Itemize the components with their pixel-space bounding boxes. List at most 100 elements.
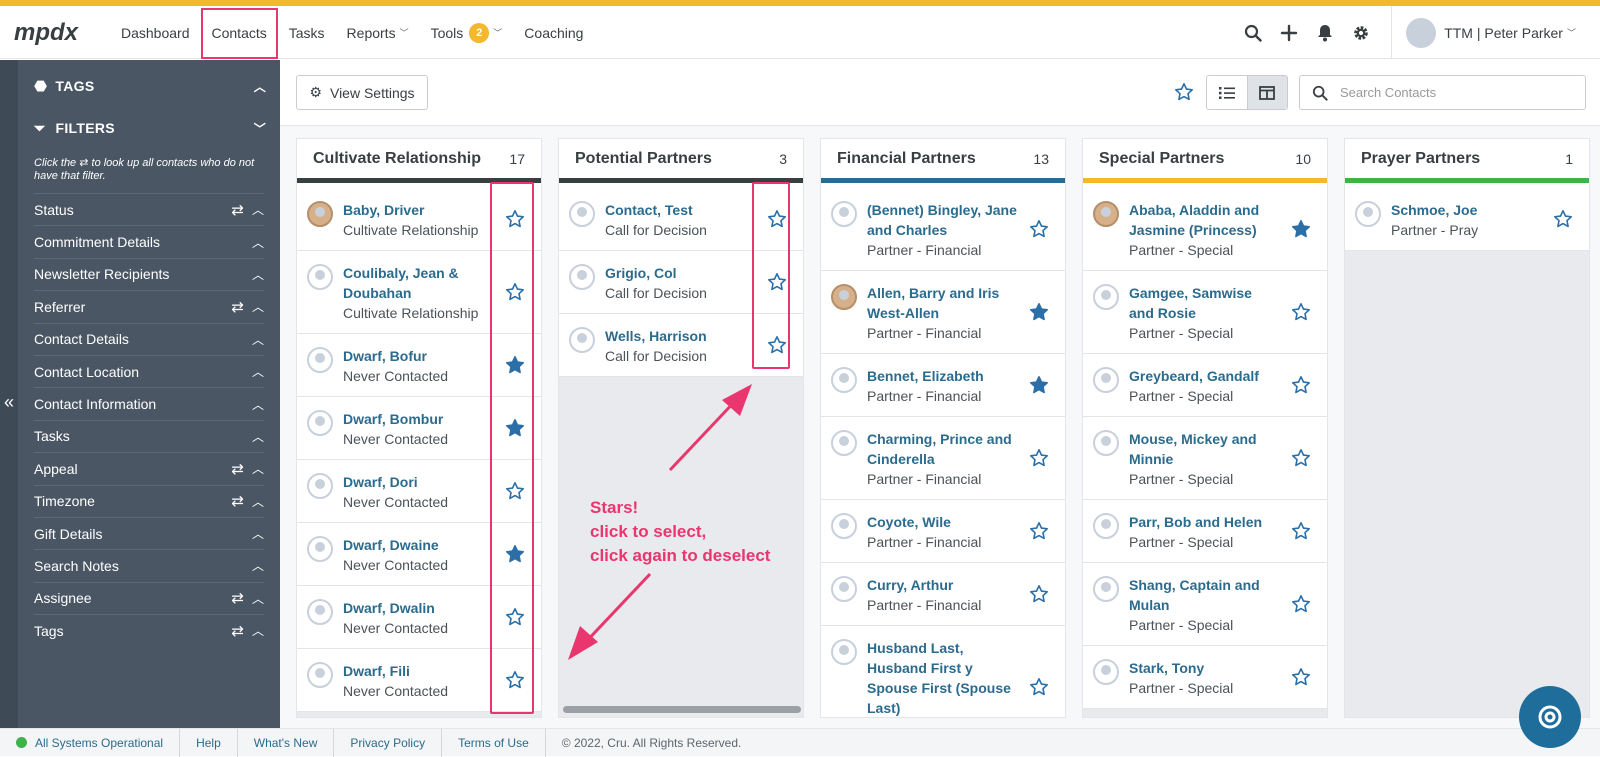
contact-name-link[interactable]: Baby, Driver bbox=[343, 200, 493, 220]
chevron-up-icon[interactable]: ︿ bbox=[252, 557, 264, 574]
nav-tasks[interactable]: Tasks bbox=[278, 6, 336, 59]
filter-item[interactable]: Tags ⇄ ︿ bbox=[34, 614, 264, 646]
contact-name-link[interactable]: Shang, Captain and Mulan bbox=[1129, 575, 1279, 615]
list-view-icon[interactable] bbox=[1207, 76, 1247, 109]
star-outline-icon[interactable] bbox=[1029, 521, 1049, 541]
nav-coaching[interactable]: Coaching bbox=[513, 6, 594, 59]
contact-card[interactable]: Curry, Arthur Partner - Financial bbox=[821, 563, 1065, 626]
reverse-filter-icon[interactable]: ⇄ bbox=[231, 622, 244, 640]
contact-card[interactable]: Bennet, Elizabeth Partner - Financial bbox=[821, 354, 1065, 417]
contact-card[interactable]: Mouse, Mickey and Minnie Partner - Specia… bbox=[1083, 417, 1327, 500]
tags-section-header[interactable]: ⬣ TAGS ︿ bbox=[34, 76, 266, 96]
chevron-up-icon[interactable]: ︿ bbox=[252, 331, 264, 348]
add-icon[interactable] bbox=[1271, 15, 1307, 51]
user-menu[interactable]: TTM | Peter Parker ﹀ bbox=[1391, 6, 1600, 59]
chevron-up-icon[interactable]: ︿ bbox=[252, 234, 264, 251]
contact-name-link[interactable]: Greybeard, Gandalf bbox=[1129, 366, 1279, 386]
search-icon[interactable] bbox=[1235, 15, 1271, 51]
reverse-filter-icon[interactable]: ⇄ bbox=[231, 492, 244, 510]
contact-card[interactable]: (Bennet) Bingley, Jane and Charles Partne… bbox=[821, 188, 1065, 271]
filter-item[interactable]: Appeal ⇄ ︿ bbox=[34, 452, 264, 484]
contact-card[interactable]: Charming, Prince and Cinderella Partner -… bbox=[821, 417, 1065, 500]
filter-item[interactable]: Referrer ⇄ ︿ bbox=[34, 290, 264, 322]
contact-name-link[interactable]: Bennet, Elizabeth bbox=[867, 366, 1017, 386]
terms-of-use-link[interactable]: Terms of Use bbox=[442, 728, 546, 757]
contact-name-link[interactable]: Dwarf, Bofur bbox=[343, 346, 493, 366]
star-filled-icon[interactable] bbox=[1029, 375, 1049, 395]
filter-item[interactable]: Contact Details ︿ bbox=[34, 322, 264, 355]
star-outline-icon[interactable] bbox=[1291, 448, 1311, 468]
star-outline-icon[interactable] bbox=[1291, 302, 1311, 322]
star-outline-icon[interactable] bbox=[1291, 667, 1311, 687]
chevron-up-icon[interactable]: ︿ bbox=[252, 298, 264, 315]
contact-name-link[interactable]: Dwarf, Dwaine bbox=[343, 535, 493, 555]
chevron-up-icon[interactable]: ︿ bbox=[252, 622, 264, 639]
contact-name-link[interactable]: (Bennet) Bingley, Jane and Charles bbox=[867, 200, 1017, 240]
contact-card[interactable]: Coyote, Wile Partner - Financial bbox=[821, 500, 1065, 563]
reverse-filter-icon[interactable]: ⇄ bbox=[231, 201, 244, 219]
contact-card[interactable]: Husband Last, Husband First y Spouse Fir… bbox=[821, 626, 1065, 717]
chevron-up-icon[interactable]: ︿ bbox=[252, 201, 264, 218]
nav-tools[interactable]: Tools 2 ﹀ bbox=[420, 6, 514, 59]
filter-item[interactable]: Assignee ⇄ ︿ bbox=[34, 581, 264, 614]
star-filter-icon[interactable] bbox=[1174, 82, 1194, 108]
contact-card[interactable]: Schmoe, Joe Partner - Pray bbox=[1345, 188, 1589, 251]
filter-item[interactable]: Status ⇄ ︿ bbox=[34, 193, 264, 225]
star-outline-icon[interactable] bbox=[1029, 219, 1049, 239]
chevron-up-icon[interactable]: ︿ bbox=[252, 493, 264, 510]
star-outline-icon[interactable] bbox=[1029, 677, 1049, 697]
gear-icon[interactable] bbox=[1343, 15, 1379, 51]
contact-card[interactable]: Ababa, Aladdin and Jasmine (Princess) Par… bbox=[1083, 188, 1327, 271]
contact-card[interactable]: Shang, Captain and Mulan Partner - Specia… bbox=[1083, 563, 1327, 646]
star-outline-icon[interactable] bbox=[1029, 584, 1049, 604]
filter-item[interactable]: Commitment Details ︿ bbox=[34, 225, 264, 257]
contact-card[interactable]: Gamgee, Samwise and Rosie Partner - Speci… bbox=[1083, 271, 1327, 354]
filter-item[interactable]: Timezone ⇄ ︿ bbox=[34, 484, 264, 517]
nav-dashboard[interactable]: Dashboard bbox=[110, 6, 201, 59]
contact-name-link[interactable]: Dwarf, Dwalin bbox=[343, 598, 493, 618]
reverse-filter-icon[interactable]: ⇄ bbox=[231, 298, 244, 316]
filter-item[interactable]: Contact Information ︿ bbox=[34, 387, 264, 419]
search-contacts-input[interactable]: Search Contacts bbox=[1299, 75, 1586, 110]
contact-name-link[interactable]: Curry, Arthur bbox=[867, 575, 1017, 595]
filter-item[interactable]: Contact Location ︿ bbox=[34, 354, 264, 387]
contact-name-link[interactable]: Parr, Bob and Helen bbox=[1129, 512, 1279, 532]
contact-name-link[interactable]: Schmoe, Joe bbox=[1391, 200, 1541, 220]
board-view-icon[interactable] bbox=[1246, 76, 1287, 109]
filter-item[interactable]: Search Notes ︿ bbox=[34, 549, 264, 581]
reverse-filter-icon[interactable]: ⇄ bbox=[231, 589, 244, 607]
star-outline-icon[interactable] bbox=[1291, 375, 1311, 395]
collapse-sidebar-icon[interactable]: « bbox=[0, 392, 18, 413]
view-settings-button[interactable]: ⚙ View Settings bbox=[296, 75, 428, 110]
filter-item[interactable]: Gift Details ︿ bbox=[34, 516, 264, 549]
chevron-up-icon[interactable]: ︿ bbox=[252, 428, 264, 445]
chevron-up-icon[interactable]: ︿ bbox=[252, 590, 264, 607]
horizontal-scrollbar[interactable] bbox=[563, 706, 801, 713]
contact-name-link[interactable]: Dwarf, Bombur bbox=[343, 409, 493, 429]
star-filled-icon[interactable] bbox=[1029, 302, 1049, 322]
filter-item[interactable]: Tasks ︿ bbox=[34, 419, 264, 452]
contact-name-link[interactable]: Dwarf, Fili bbox=[343, 661, 493, 681]
contact-name-link[interactable]: Husband Last, Husband First y Spouse Fir… bbox=[867, 638, 1017, 717]
contact-name-link[interactable]: Stark, Tony bbox=[1129, 658, 1279, 678]
contact-name-link[interactable]: Dwarf, Dori bbox=[343, 472, 493, 492]
filter-item[interactable]: Newsletter Recipients ︿ bbox=[34, 257, 264, 290]
whats-new-link[interactable]: What's New bbox=[238, 728, 335, 757]
contact-name-link[interactable]: Ababa, Aladdin and Jasmine (Princess) bbox=[1129, 200, 1279, 240]
contact-name-link[interactable]: Gamgee, Samwise and Rosie bbox=[1129, 283, 1279, 323]
star-outline-icon[interactable] bbox=[1553, 209, 1573, 229]
star-outline-icon[interactable] bbox=[1029, 448, 1049, 468]
filters-section-header[interactable]: ⏷ FILTERS ﹀ bbox=[34, 118, 266, 138]
star-outline-icon[interactable] bbox=[1291, 521, 1311, 541]
nav-reports[interactable]: Reports ﹀ bbox=[336, 6, 420, 59]
contact-name-link[interactable]: Coyote, Wile bbox=[867, 512, 1017, 532]
nav-contacts[interactable]: Contacts bbox=[200, 7, 278, 59]
contact-name-link[interactable]: Wells, Harrison bbox=[605, 326, 755, 346]
mpdx-logo[interactable]: mpdx bbox=[14, 16, 100, 48]
system-status-link[interactable]: All Systems Operational bbox=[0, 728, 181, 757]
chevron-up-icon[interactable]: ︿ bbox=[252, 266, 264, 283]
contact-card[interactable]: Parr, Bob and Helen Partner - Special bbox=[1083, 500, 1327, 563]
contact-card[interactable]: Allen, Barry and Iris West-Allen Partner … bbox=[821, 271, 1065, 354]
help-chat-button[interactable] bbox=[1519, 686, 1581, 748]
bell-icon[interactable] bbox=[1307, 15, 1343, 51]
